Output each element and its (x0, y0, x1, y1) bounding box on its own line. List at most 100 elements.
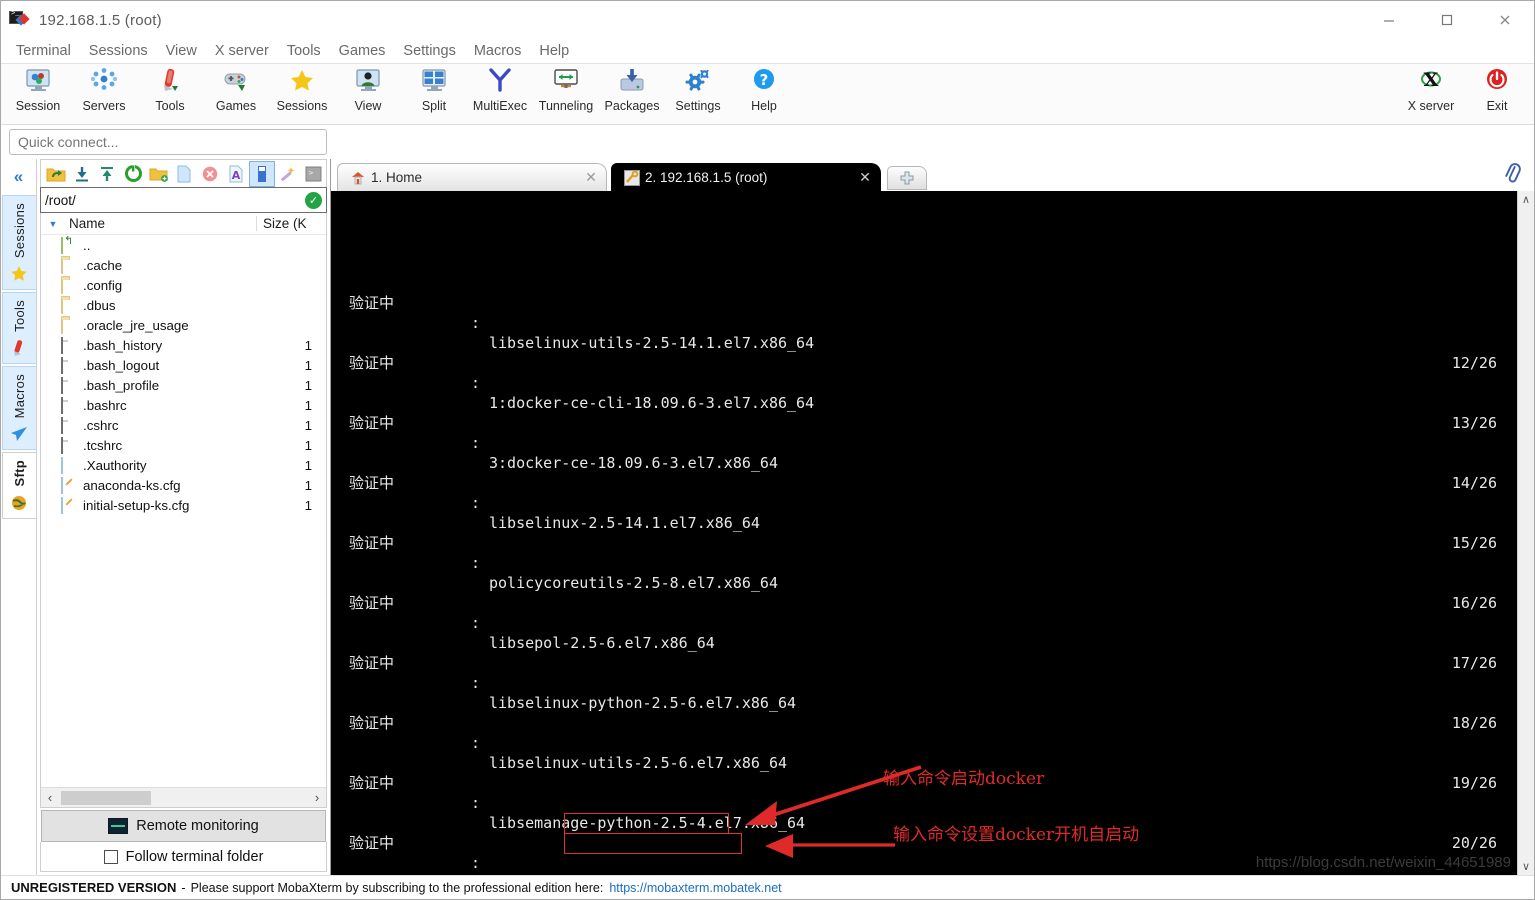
mobaxterm-website-link[interactable]: https://mobaxterm.mobatek.net (603, 881, 781, 895)
binary-mode-icon[interactable] (248, 160, 275, 187)
check-circle-icon: ✓ (305, 191, 322, 209)
list-item[interactable]: .cache (41, 255, 326, 275)
remote-monitoring-button[interactable]: Remote monitoring (41, 810, 326, 842)
toolbar-session-button[interactable]: Session (5, 64, 71, 122)
tab-close-icon[interactable]: ✕ (582, 169, 600, 186)
colon: : (471, 494, 481, 512)
scroll-left-arrow-icon[interactable]: ‹ (41, 790, 59, 805)
toolbar-split-button[interactable]: Split (401, 64, 467, 122)
list-item[interactable]: .bash_profile 1 (41, 375, 326, 395)
progress-counter: 13/26 (1451, 414, 1497, 432)
minimize-button[interactable] (1360, 1, 1418, 39)
terminal-icon[interactable]: > (300, 161, 326, 187)
tab-home[interactable]: 1. Home ✕ (337, 163, 607, 191)
paperclip-icon[interactable] (1499, 160, 1527, 188)
verify-label: 验证中 (349, 474, 395, 492)
list-item[interactable]: .bash_logout 1 (41, 355, 326, 375)
file-name: .cache (83, 257, 123, 273)
scroll-right-arrow-icon[interactable]: › (308, 790, 326, 805)
delete-icon[interactable] (197, 161, 223, 187)
toolbar-settings-button[interactable]: Settings (665, 64, 731, 122)
new-tab-plus-icon[interactable] (887, 166, 927, 190)
progress-counter: 17/26 (1451, 654, 1497, 672)
toolbar-view-button[interactable]: View (335, 64, 401, 122)
menu-games[interactable]: Games (330, 41, 395, 61)
rail-sessions-label: Sessions (11, 203, 27, 259)
colon: : (471, 854, 481, 872)
rail-tab-macros[interactable]: Macros (1, 366, 36, 451)
quick-connect-input[interactable] (9, 129, 327, 155)
menu-macros[interactable]: Macros (465, 41, 531, 61)
terminal-line: 验证中 : libsepol-2.5-6.el7.x86_64 17/26 (331, 573, 1517, 672)
menu-settings[interactable]: Settings (394, 41, 464, 61)
download-icon[interactable] (69, 161, 95, 187)
folder-up-icon[interactable] (43, 161, 69, 187)
maximize-button[interactable] (1418, 1, 1476, 39)
tab-close-icon[interactable]: ✕ (856, 169, 874, 186)
list-item[interactable]: initial-setup-ks.cfg 1 (41, 495, 326, 515)
monitor-graph-icon (108, 818, 129, 834)
list-item[interactable]: .cshrc 1 (41, 415, 326, 435)
menu-x-server[interactable]: X server (206, 41, 278, 61)
list-item[interactable]: .Xauthority 1 (41, 455, 326, 475)
servers-network-icon (89, 67, 119, 97)
toolbar-exit-button[interactable]: Exit (1464, 64, 1530, 122)
list-item[interactable]: anaconda-ks.cfg 1 (41, 475, 326, 495)
close-button[interactable] (1476, 1, 1534, 39)
menu-help[interactable]: Help (530, 41, 578, 61)
sftp-path-bar[interactable]: /root/ ✓ (40, 187, 327, 213)
list-item[interactable]: .dbus (41, 295, 326, 315)
verify-label: 验证中 (349, 414, 395, 432)
sort-caret-icon[interactable]: ▼ (45, 219, 61, 229)
rail-tab-tools[interactable]: Tools (1, 292, 36, 365)
list-item[interactable]: .config (41, 275, 326, 295)
follow-terminal-folder-checkbox[interactable] (103, 849, 118, 864)
toolbar-sessions-button[interactable]: Sessions (269, 64, 335, 122)
new-file-icon[interactable] (172, 161, 198, 187)
status-message: Please support MobaXterm by subscribing … (190, 880, 604, 895)
text-mode-icon[interactable]: A (223, 161, 249, 187)
terminal-pane[interactable]: 验证中 : libselinux-utils-2.5-14.1.el7.x86_… (331, 191, 1534, 875)
file-name: .bash_profile (83, 377, 160, 393)
colon: : (471, 314, 481, 332)
chevron-double-left-icon[interactable]: « (1, 159, 37, 195)
sftp-horizontal-scrollbar[interactable]: ‹ › (41, 787, 326, 807)
new-folder-icon[interactable] (146, 161, 172, 187)
menu-sessions[interactable]: Sessions (80, 41, 157, 61)
toolbar-games-button[interactable]: Games (203, 64, 269, 122)
rail-tools-label: Tools (11, 300, 27, 333)
toolbar-tools-button[interactable]: Tools (137, 64, 203, 122)
window-title: 192.168.1.5 (root) (39, 11, 162, 29)
menu-bar: Terminal Sessions View X server Tools Ga… (1, 39, 1534, 64)
column-header-size[interactable]: Size (K (256, 216, 326, 231)
scroll-down-arrow-icon[interactable]: ∨ (1522, 860, 1530, 873)
rail-tab-sftp[interactable]: Sftp (1, 452, 36, 519)
toolbar-help-button[interactable]: ? Help (731, 64, 797, 122)
follow-terminal-folder-row[interactable]: Follow terminal folder (40, 842, 327, 872)
toolbar-multiexec-button[interactable]: MultiExec (467, 64, 533, 122)
menu-tools[interactable]: Tools (278, 41, 330, 61)
scroll-up-arrow-icon[interactable]: ∧ (1522, 193, 1530, 206)
toolbar-servers-button[interactable]: Servers (71, 64, 137, 122)
toolbar-x-server-button[interactable]: X X server (1398, 64, 1464, 122)
upload-icon[interactable] (94, 161, 120, 187)
list-item[interactable]: .oracle_jre_usage (41, 315, 326, 335)
file-name: .bashrc (83, 397, 127, 413)
refresh-icon[interactable] (120, 161, 146, 187)
scrollbar-thumb[interactable] (61, 790, 151, 805)
colon: : (471, 554, 481, 572)
list-item[interactable]: .tcshrc 1 (41, 435, 326, 455)
tab-ssh-session[interactable]: 2. 192.168.1.5 (root) ✕ (611, 163, 881, 191)
magic-wand-icon[interactable] (275, 161, 301, 187)
menu-terminal[interactable]: Terminal (7, 41, 80, 61)
list-item[interactable]: .bashrc 1 (41, 395, 326, 415)
menu-view[interactable]: View (157, 41, 206, 61)
list-item[interactable]: .bash_history 1 (41, 335, 326, 355)
column-header-name[interactable]: Name (61, 216, 256, 231)
toolbar-packages-button[interactable]: Packages (599, 64, 665, 122)
toolbar-tunneling-button[interactable]: Tunneling (533, 64, 599, 122)
terminal-scrollbar[interactable]: ∧ ∨ (1517, 191, 1534, 875)
list-item[interactable]: .. (41, 235, 326, 255)
rail-tab-sessions[interactable]: Sessions (1, 195, 36, 291)
toolbar-help-label: Help (751, 99, 777, 113)
